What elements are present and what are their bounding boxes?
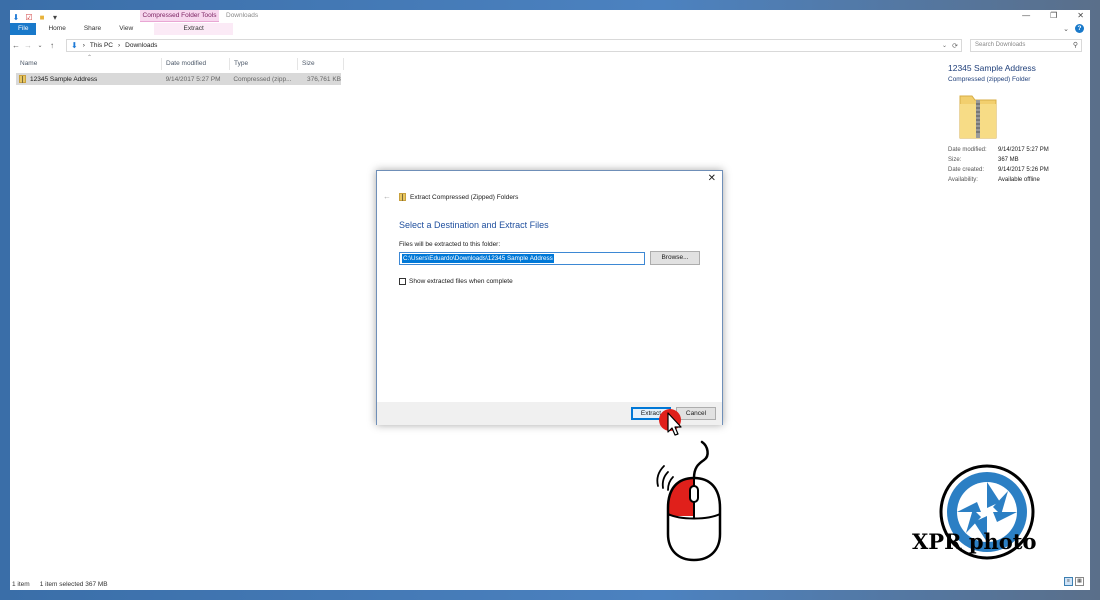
window-controls: — ❐ ✕	[1022, 10, 1084, 22]
back-arrow-icon[interactable]: ←	[383, 192, 391, 201]
destination-label: Files will be extracted to this folder:	[399, 241, 501, 248]
destination-path-text: C:\Users\Eduardo\Downloads\12345 Sample …	[402, 254, 554, 263]
zip-folder-icon	[19, 75, 26, 83]
tab-share[interactable]: Share	[75, 23, 110, 35]
column-type[interactable]: Type	[230, 58, 298, 70]
browse-button[interactable]: Browse...	[650, 251, 700, 265]
file-row[interactable]: 12345 Sample Address 9/14/2017 5:27 PM C…	[16, 73, 341, 85]
refresh-icon[interactable]: ⟳	[952, 42, 958, 50]
search-input[interactable]: Search Downloads ⚲	[970, 39, 1082, 52]
details-properties: Date modified: 9/14/2017 5:27 PM Size: 367…	[948, 147, 1049, 187]
ribbon-tabs: File Home Share View Extract	[10, 23, 234, 35]
click-cursor-icon	[659, 409, 682, 436]
tab-view[interactable]: View	[110, 23, 142, 35]
file-name: 12345 Sample Address	[29, 75, 98, 83]
navigation-bar: ← → ⌄ ↑ ⬇ › This PC › Downloads ⌄ ⟳ Sear…	[10, 38, 1090, 53]
address-bar[interactable]: ⬇ › This PC › Downloads ⌄ ⟳	[66, 39, 962, 52]
dialog-header: Extract Compressed (Zipped) Folders	[399, 193, 518, 201]
help-icon[interactable]: ?	[1075, 24, 1084, 33]
prop-date-created: Date created: 9/14/2017 5:26 PM	[948, 167, 1049, 173]
watermark-text: XPR photo	[912, 529, 1037, 554]
view-buttons: ≡ ▦	[1064, 577, 1084, 586]
ribbon-right-controls: ⌄ ?	[1063, 24, 1084, 33]
minimize-icon[interactable]: —	[1022, 10, 1030, 22]
destination-path-input[interactable]: C:\Users\Eduardo\Downloads\12345 Sample …	[399, 252, 645, 265]
quick-access-toolbar: ⬇ ☑ ■ ▾	[10, 10, 60, 24]
file-size: 376,761 KB	[307, 75, 341, 83]
back-arrow-icon[interactable]: ←	[10, 41, 22, 50]
details-view-icon[interactable]: ≡	[1064, 577, 1073, 586]
status-selection: 1 item selected 367 MB	[39, 580, 108, 588]
search-icon: ⚲	[1072, 42, 1078, 49]
breadcrumb-separator: ›	[82, 42, 85, 49]
dialog-title: Select a Destination and Extract Files	[399, 220, 549, 230]
forward-arrow-icon[interactable]: →	[22, 41, 34, 50]
close-icon[interactable]: ✕	[708, 173, 716, 184]
mouse-left-click-icon	[656, 440, 722, 562]
window-title: Downloads	[226, 12, 259, 19]
contextual-group-label: Compressed Folder Tools	[140, 10, 219, 22]
prop-date-modified: Date modified: 9/14/2017 5:27 PM	[948, 147, 1049, 153]
show-files-checkbox[interactable]	[399, 278, 406, 285]
status-item-count: 1 item	[12, 580, 30, 588]
address-dropdown-icon[interactable]: ⌄	[942, 42, 947, 49]
dialog-header-text: Extract Compressed (Zipped) Folders	[410, 193, 519, 201]
customize-icon[interactable]: ▾	[50, 12, 60, 22]
maximize-icon[interactable]: ❐	[1050, 10, 1057, 22]
file-date: 9/14/2017 5:27 PM	[165, 75, 221, 83]
tab-home[interactable]: Home	[39, 23, 74, 35]
breadcrumb-this-pc[interactable]: This PC	[90, 42, 113, 49]
zip-folder-large-icon	[959, 95, 997, 139]
tab-file[interactable]: File	[10, 23, 37, 35]
breadcrumb-separator: ›	[118, 42, 121, 49]
prop-size: Size: 367 MB	[948, 157, 1019, 163]
zip-folder-icon	[399, 193, 406, 201]
column-headers: Name Date modified Type Size	[16, 58, 346, 70]
search-placeholder: Search Downloads	[975, 42, 1026, 48]
column-name[interactable]: Name	[16, 58, 162, 70]
column-date-modified[interactable]: Date modified	[162, 58, 230, 70]
expand-ribbon-icon[interactable]: ⌄	[1063, 25, 1069, 33]
recent-locations-icon[interactable]: ⌄	[34, 42, 46, 49]
status-bar: 1 item 1 item selected 367 MB	[10, 578, 1090, 590]
large-icons-view-icon[interactable]: ▦	[1075, 577, 1084, 586]
show-files-checkbox-row[interactable]: Show extracted files when complete	[399, 278, 513, 285]
extract-dialog: ✕ ← Extract Compressed (Zipped) Folders …	[376, 170, 723, 425]
show-files-label: Show extracted files when complete	[409, 278, 513, 285]
new-folder-icon[interactable]: ■	[37, 12, 47, 22]
down-arrow-icon[interactable]: ⬇	[11, 12, 21, 22]
tab-extract[interactable]: Extract	[154, 23, 234, 35]
title-bar: ⬇ ☑ ■ ▾ Compressed Folder Tools Download…	[10, 10, 1090, 35]
prop-availability: Availability: Available offline	[948, 177, 1040, 183]
details-name: 12345 Sample Address	[948, 63, 1036, 73]
up-arrow-icon[interactable]: ↑	[46, 41, 58, 50]
properties-icon[interactable]: ☑	[24, 12, 34, 22]
downloads-folder-icon: ⬇	[71, 41, 78, 50]
details-kind: Compressed (zipped) Folder	[948, 76, 1031, 83]
file-type: Compressed (zipp...	[233, 75, 292, 83]
breadcrumb-downloads[interactable]: Downloads	[125, 42, 157, 49]
close-icon[interactable]: ✕	[1077, 10, 1084, 22]
column-size[interactable]: Size	[298, 58, 344, 70]
